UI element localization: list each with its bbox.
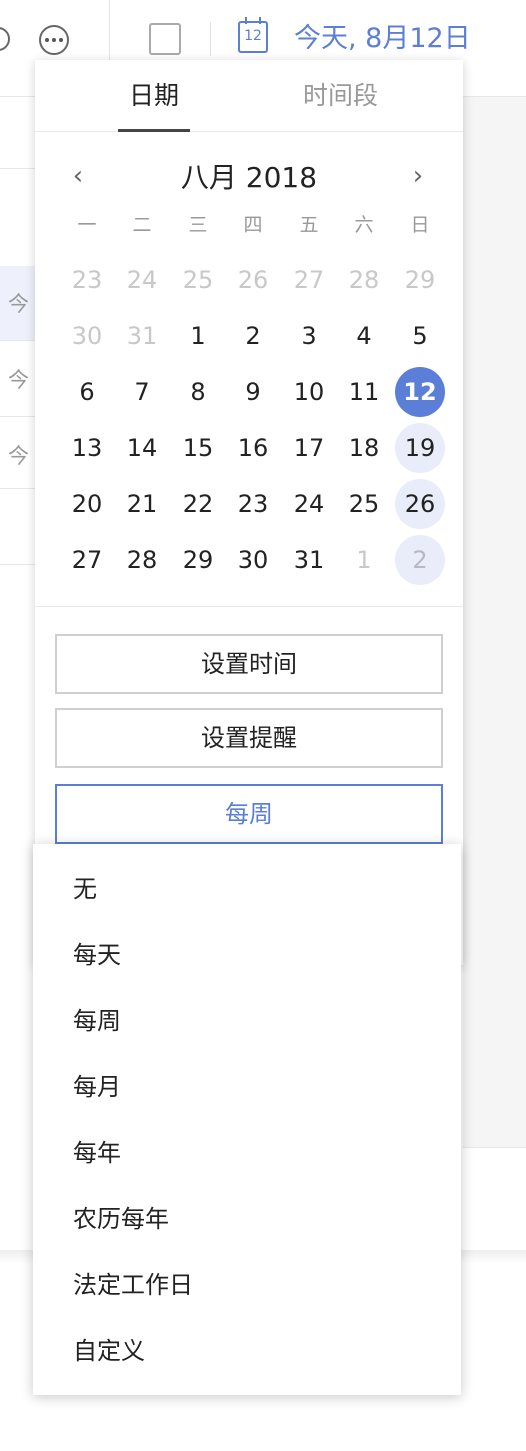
picker-tabs: 日期 时间段 — [35, 60, 463, 132]
calendar-day[interactable]: 1 — [339, 535, 389, 585]
calendar-day[interactable]: 27 — [284, 255, 334, 305]
calendar-day[interactable]: 22 — [173, 479, 223, 529]
calendar-day[interactable]: 23 — [62, 255, 112, 305]
weekday-label: 五 — [299, 214, 319, 236]
weekday-label: 日 — [410, 214, 430, 236]
toolbar-divider — [210, 22, 211, 56]
detail-panel — [463, 97, 526, 1147]
calendar-day[interactable]: 18 — [339, 423, 389, 473]
calendar-day[interactable]: 24 — [117, 255, 167, 305]
calendar-day[interactable]: 28 — [117, 535, 167, 585]
weekday-label: 六 — [354, 214, 374, 236]
clock-icon[interactable] — [0, 27, 10, 51]
calendar-day[interactable]: 17 — [284, 423, 334, 473]
repeat-option[interactable]: 每天 — [33, 922, 461, 988]
calendar-day[interactable]: 13 — [62, 423, 112, 473]
repeat-option[interactable]: 每年 — [33, 1120, 461, 1186]
calendar-day[interactable]: 2 — [228, 311, 278, 361]
repeat-option[interactable]: 每周 — [33, 988, 461, 1054]
calendar-day[interactable]: 25 — [339, 479, 389, 529]
calendar-day[interactable]: 21 — [117, 479, 167, 529]
calendar-day[interactable]: 28 — [339, 255, 389, 305]
calendar-day[interactable]: 1 — [173, 311, 223, 361]
due-date-label[interactable]: 今天, 8月12日 — [294, 20, 471, 58]
calendar-day[interactable]: 9 — [228, 367, 278, 417]
list-divider — [0, 564, 40, 565]
calendar-day[interactable]: 20 — [62, 479, 112, 529]
calendar-day[interactable]: 19 — [395, 423, 445, 473]
calendar-day[interactable]: 23 — [228, 479, 278, 529]
repeat-option[interactable]: 自定义 — [33, 1318, 461, 1384]
calendar-day[interactable]: 27 — [62, 535, 112, 585]
calendar-day[interactable]: 7 — [117, 367, 167, 417]
calendar-day[interactable]: 30 — [228, 535, 278, 585]
calendar-day[interactable]: 10 — [284, 367, 334, 417]
set-time-button[interactable]: 设置时间 — [55, 634, 443, 694]
calendar-day[interactable]: 5 — [395, 311, 445, 361]
repeat-dropdown-menu: 无每天 每周 每月 每年 农历每年 法定工作日 自定义 — [33, 844, 461, 1395]
weekday-label: 四 — [243, 214, 263, 236]
calendar-day[interactable]: 8 — [173, 367, 223, 417]
repeat-button[interactable]: 每周 — [55, 784, 443, 844]
active-tab-indicator — [118, 129, 190, 132]
repeat-option[interactable]: 无 — [33, 856, 461, 922]
calendar-day[interactable]: 14 — [117, 423, 167, 473]
calendar-day[interactable]: 3 — [284, 311, 334, 361]
calendar-day[interactable]: 11 — [339, 367, 389, 417]
weekday-label: 一 — [77, 214, 97, 236]
calendar-day[interactable]: 16 — [228, 423, 278, 473]
list-item[interactable]: 今 — [0, 266, 40, 340]
picker-divider — [35, 606, 463, 607]
panel-divider — [463, 1147, 526, 1148]
weekday-label: 二 — [132, 214, 152, 236]
set-reminder-button[interactable]: 设置提醒 — [55, 708, 443, 768]
calendar-day[interactable]: 26 — [228, 255, 278, 305]
list-divider — [0, 416, 40, 417]
selected-day[interactable]: 12 — [395, 367, 445, 417]
calendar-day[interactable]: 30 — [62, 311, 112, 361]
list-divider — [0, 168, 40, 169]
calendar-day[interactable]: 24 — [284, 479, 334, 529]
list-divider — [0, 488, 40, 489]
tab-time-range[interactable]: 时间段 — [303, 78, 378, 114]
list-item[interactable]: 今 — [0, 418, 40, 492]
tab-date[interactable]: 日期 — [129, 78, 179, 114]
date-picker-popup: 日期 时间段 ‹ 八月 2018 › 一二三四五六日 23 24 25 26 27 28 2… — [35, 60, 463, 965]
task-checkbox[interactable] — [149, 23, 181, 55]
calendar-day[interactable]: 2 — [395, 535, 445, 585]
calendar-icon[interactable]: 12 — [238, 17, 268, 53]
calendar-day[interactable]: 15 — [173, 423, 223, 473]
chevron-right-icon[interactable]: › — [403, 161, 433, 191]
calendar-day[interactable]: 29 — [173, 535, 223, 585]
repeat-option[interactable]: 每月 — [33, 1054, 461, 1120]
calendar-day[interactable]: 31 — [117, 311, 167, 361]
list-item[interactable]: 今 — [0, 342, 40, 416]
calendar-day[interactable]: 29 — [395, 255, 445, 305]
calendar-day[interactable]: 25 — [173, 255, 223, 305]
list-divider — [0, 340, 40, 341]
calendar-day[interactable]: 6 — [62, 367, 112, 417]
calendar-day[interactable]: 31 — [284, 535, 334, 585]
more-icon[interactable] — [39, 25, 69, 55]
month-title: 八月 2018 — [180, 161, 318, 194]
calendar-day[interactable]: 26 — [395, 479, 445, 529]
repeat-option[interactable]: 农历每年 — [33, 1186, 461, 1252]
repeat-option[interactable]: 法定工作日 — [33, 1252, 461, 1318]
calendar-day[interactable]: 4 — [339, 311, 389, 361]
weekday-label: 三 — [188, 214, 208, 236]
